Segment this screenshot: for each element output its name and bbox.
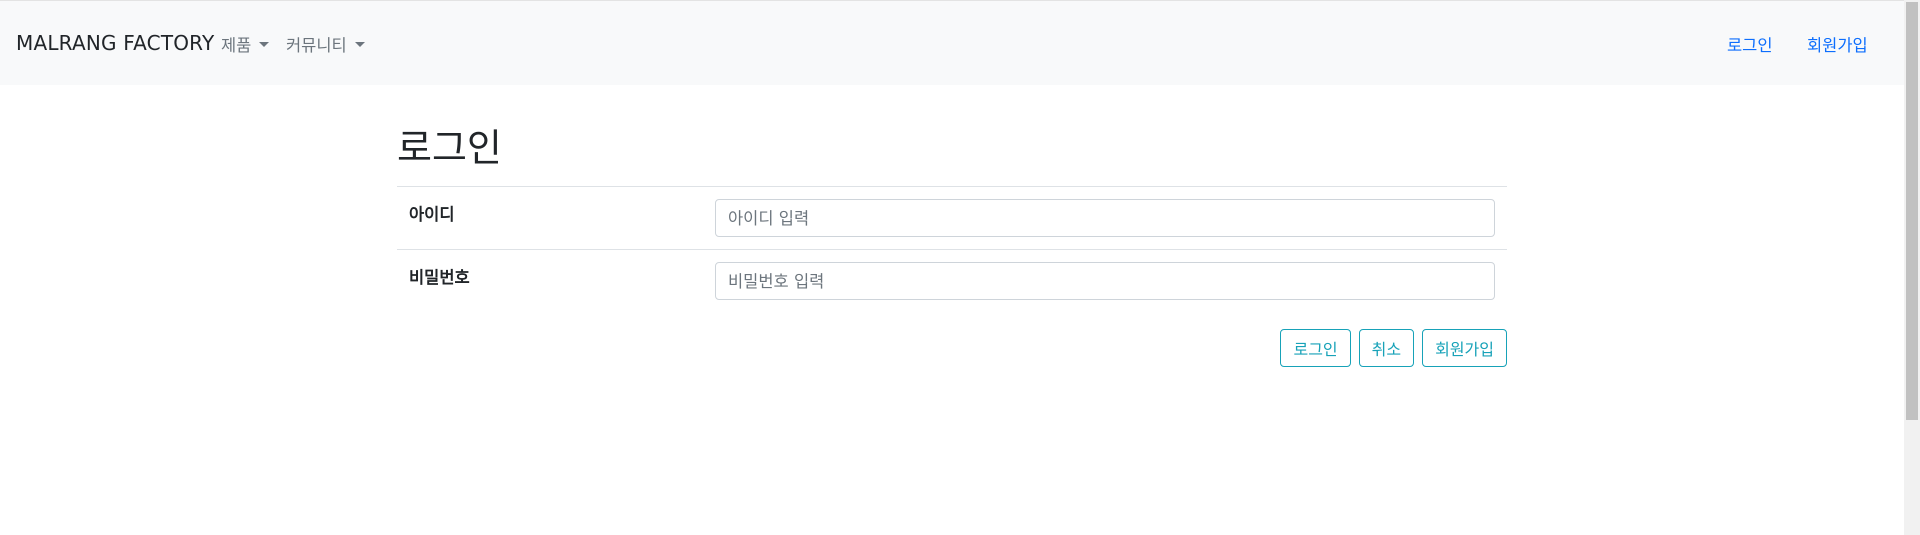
nav-dropdown-products[interactable]: 제품 xyxy=(221,32,270,56)
nav-dropdown-community[interactable]: 커뮤니티 xyxy=(286,32,365,56)
vertical-scrollbar[interactable] xyxy=(1904,0,1920,535)
page-title: 로그인 xyxy=(397,126,502,170)
login-button[interactable]: 로그인 xyxy=(1280,329,1351,367)
form-actions: 로그인 취소 회원가입 xyxy=(1280,329,1507,367)
id-input[interactable] xyxy=(715,199,1495,237)
cancel-button[interactable]: 취소 xyxy=(1358,329,1415,367)
nav-dropdown-label: 제품 xyxy=(221,36,252,55)
id-label: 아이디 xyxy=(409,205,455,224)
password-input[interactable] xyxy=(715,262,1495,300)
password-label: 비밀번호 xyxy=(409,268,470,287)
scrollbar-thumb[interactable] xyxy=(1906,2,1918,420)
caret-down-icon xyxy=(354,41,365,47)
nav-signup-link[interactable]: 회원가입 xyxy=(1807,32,1868,56)
form-row-id: 아이디 xyxy=(397,187,1507,250)
nav-login-link[interactable]: 로그인 xyxy=(1727,32,1773,56)
top-navbar: MALRANG FACTORY 제품 커뮤니티 로그인 회원가입 xyxy=(0,0,1904,85)
signup-button[interactable]: 회원가입 xyxy=(1422,329,1507,367)
form-row-password: 비밀번호 xyxy=(397,250,1507,312)
brand-link[interactable]: MALRANG FACTORY xyxy=(16,31,214,55)
page: MALRANG FACTORY 제품 커뮤니티 로그인 회원가입 로그인 아이디… xyxy=(0,0,1920,535)
login-form: 아이디 비밀번호 xyxy=(397,186,1507,312)
nav-dropdown-label: 커뮤니티 xyxy=(286,36,347,55)
caret-down-icon xyxy=(259,41,270,47)
